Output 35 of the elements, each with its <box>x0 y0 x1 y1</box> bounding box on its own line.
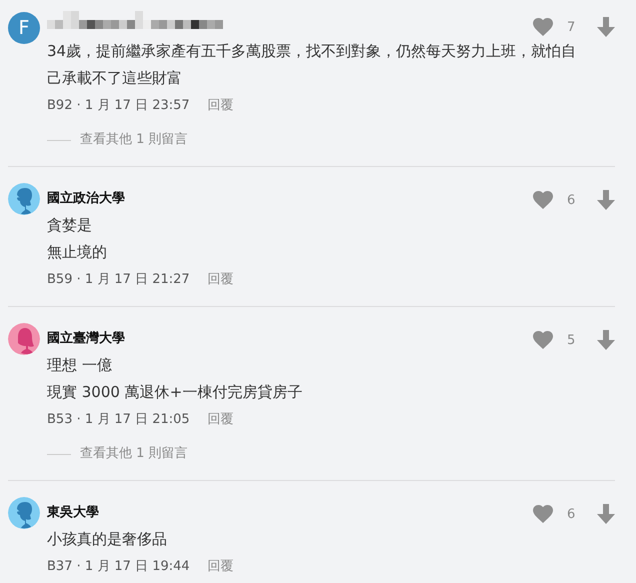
like-button[interactable] <box>533 18 553 36</box>
author-name: 國立政治大學 <box>47 190 125 207</box>
like-count: 6 <box>566 192 576 208</box>
avatar <box>8 323 40 355</box>
avatar <box>8 497 40 529</box>
comment-text: 無止境的 <box>47 242 108 263</box>
comment-text: 貪婪是 <box>47 215 93 236</box>
view-more-replies-link[interactable]: 查看其他 1 則留言 <box>80 128 188 152</box>
like-count: 5 <box>566 332 576 348</box>
author-name: 國立臺灣大學 <box>47 330 125 347</box>
reply-link[interactable]: 回覆 <box>208 94 234 118</box>
reply-link[interactable]: 回覆 <box>208 555 234 579</box>
avatar <box>8 183 40 215</box>
floor-and-time: B59 · 1 月 17 日 21:27 <box>47 271 190 289</box>
comment-text: 現實 3000 萬退休+一棟付完房貸房子 <box>47 382 304 403</box>
like-count: 6 <box>566 506 576 522</box>
floor-and-time: B92 · 1 月 17 日 23:57 <box>47 97 190 115</box>
downvote-button[interactable] <box>597 330 615 350</box>
reply-link[interactable]: 回覆 <box>208 268 234 292</box>
reply-link[interactable]: 回覆 <box>208 408 234 432</box>
downvote-button[interactable] <box>597 190 615 210</box>
downvote-button[interactable] <box>597 17 615 37</box>
author-name: 東吳大學 <box>47 504 99 521</box>
like-button[interactable] <box>533 505 553 523</box>
like-button[interactable] <box>533 191 553 209</box>
like-button[interactable] <box>533 331 553 349</box>
view-more-replies-link[interactable]: 查看其他 1 則留言 <box>80 442 188 466</box>
comment-text: 34歲，提前繼承家產有五千多萬股票，找不到對象，仍然每天努力上班，就怕自己承載不了這些財富 <box>47 41 578 89</box>
downvote-button[interactable] <box>597 504 615 524</box>
floor-and-time: B37 · 1 月 17 日 19:44 <box>47 558 190 576</box>
floor-and-time: B53 · 1 月 17 日 21:05 <box>47 411 190 429</box>
comment-text: 理想 一億 <box>47 355 113 376</box>
like-count: 7 <box>566 20 576 34</box>
avatar: F <box>8 12 40 44</box>
comment-text: 小孩真的是奢侈品 <box>47 529 168 550</box>
